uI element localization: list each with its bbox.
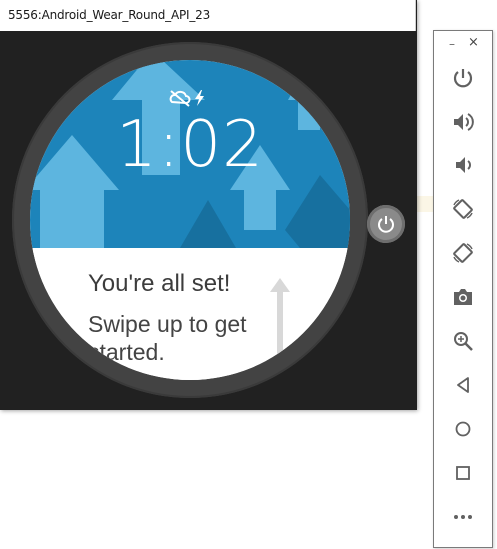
rotate-left-button[interactable] (448, 194, 478, 224)
volume-down-icon (456, 157, 471, 173)
emulator-window: 5556:Android_Wear_Round_API_23 1:02 You'… (0, 0, 417, 410)
card-title: You're all set! (88, 270, 231, 297)
power-button[interactable] (448, 63, 478, 93)
volume-down-button[interactable] (448, 150, 478, 180)
zoom-button[interactable] (448, 326, 478, 356)
bolt-icon (195, 90, 204, 106)
back-button[interactable] (448, 370, 478, 400)
rotate-right-button[interactable] (448, 238, 478, 268)
watch-face-background: 1:02 (30, 60, 350, 248)
overview-button[interactable] (448, 458, 478, 488)
volume-up-button[interactable] (448, 107, 478, 137)
watch-power-button[interactable] (367, 205, 405, 243)
title-bar[interactable]: 5556:Android_Wear_Round_API_23 (0, 0, 416, 31)
swipe-up-arrow-icon (270, 278, 290, 368)
toolbar-window-controls: – × (434, 35, 492, 55)
screenshot-button[interactable] (448, 282, 478, 312)
home-icon (455, 421, 471, 437)
volume-up-icon (454, 113, 474, 131)
emulator-toolbar: – × (433, 30, 493, 548)
window-title: 5556:Android_Wear_Round_API_23 (8, 8, 211, 22)
rotate-right-icon (453, 243, 473, 263)
more-icon (454, 515, 472, 519)
power-icon (453, 69, 473, 88)
close-button[interactable]: × (468, 35, 479, 50)
minimize-button[interactable]: – (449, 37, 455, 51)
more-button[interactable] (448, 502, 478, 532)
home-button[interactable] (448, 414, 478, 444)
zoom-icon (454, 332, 473, 351)
rotate-left-icon (453, 199, 473, 219)
back-icon (457, 377, 469, 393)
card-body: Swipe up to get started. (88, 311, 247, 365)
clock-time: 1:02 (116, 108, 264, 182)
watch-screen[interactable]: 1:02 You're all set! Swipe up to get sta… (30, 60, 350, 380)
setup-card[interactable]: You're all set! Swipe up to get started. (30, 248, 350, 380)
camera-icon (454, 289, 472, 305)
cloud-off-icon (169, 90, 204, 107)
overview-icon (456, 466, 470, 480)
power-icon (378, 216, 394, 233)
